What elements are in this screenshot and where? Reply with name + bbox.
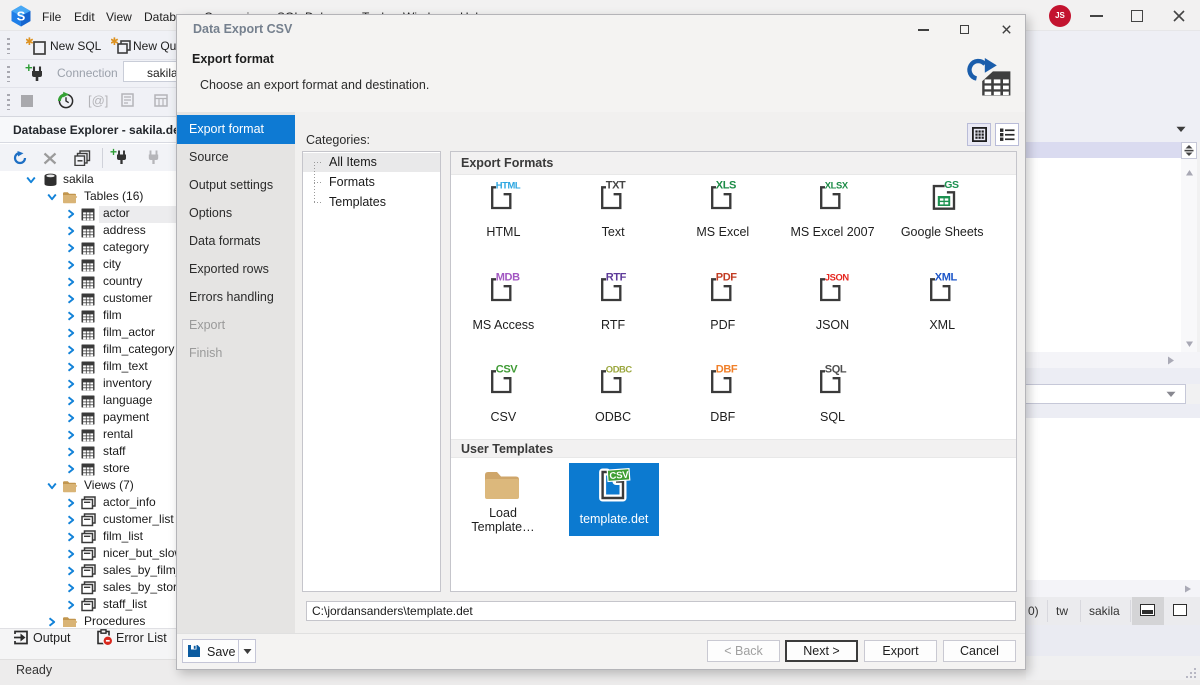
svg-text:GS: GS (944, 179, 959, 191)
svg-text:+: + (110, 147, 117, 159)
svg-text:✱: ✱ (111, 36, 119, 48)
svg-text:✱: ✱ (26, 36, 34, 48)
svg-text:DBF: DBF (715, 364, 737, 376)
svg-text:HTML: HTML (496, 179, 521, 190)
svg-text:XLS: XLS (715, 179, 735, 191)
svg-text:RTF: RTF (606, 271, 627, 283)
svg-text:ODBC: ODBC (606, 364, 633, 375)
svg-text:CSV: CSV (496, 364, 518, 376)
svg-text:S: S (17, 9, 26, 24)
svg-text:XLSX: XLSX (825, 179, 849, 190)
svg-text:SQL: SQL (825, 364, 847, 376)
svg-text:PDF: PDF (715, 271, 736, 283)
svg-text:JSON: JSON (825, 271, 850, 282)
svg-text:MDB: MDB (496, 271, 520, 283)
svg-text:CSV: CSV (609, 470, 630, 482)
svg-text:+: + (25, 62, 33, 75)
svg-text:XML: XML (935, 271, 958, 283)
svg-text:TXT: TXT (606, 179, 626, 191)
